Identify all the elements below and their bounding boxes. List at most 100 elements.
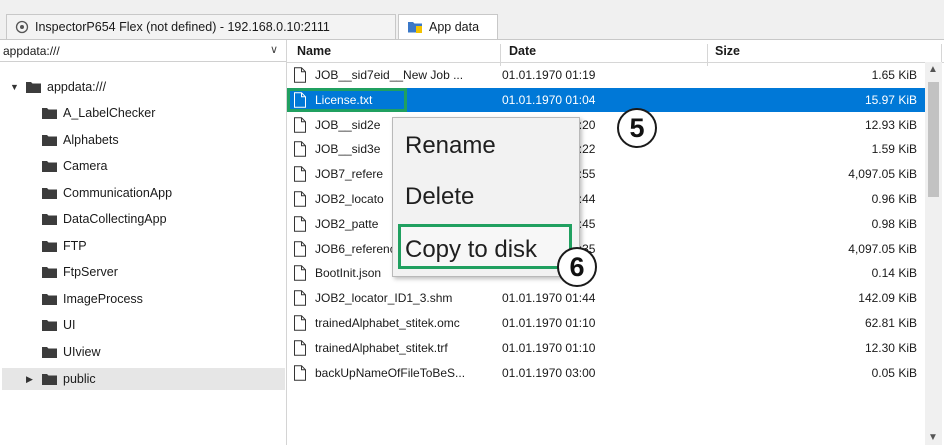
file-size: 0.05 KiB: [871, 365, 917, 380]
tree-item-label: FTP: [63, 239, 87, 253]
tree-item-public[interactable]: ▶ public: [26, 369, 96, 389]
file-size: 12.93 KiB: [864, 117, 917, 132]
folder-icon: [42, 241, 57, 252]
folder-icon: [42, 188, 57, 199]
callout-5: 5: [617, 108, 657, 148]
file-name: trainedAlphabet_stitek.trf: [315, 340, 448, 355]
tree-item-a-labelchecker[interactable]: A_LabelChecker: [42, 103, 155, 123]
file-row[interactable]: backUpNameOfFileToBeS... 01.01.1970 03:00…: [287, 361, 925, 385]
file-size: 0.96 KiB: [871, 192, 917, 206]
tree-item-alphabets[interactable]: Alphabets: [42, 130, 119, 150]
menu-item-delete[interactable]: Delete: [405, 183, 474, 211]
folder-icon: [42, 161, 57, 172]
file-row[interactable]: trainedAlphabet_stitek.trf 01.01.1970 01:…: [287, 336, 925, 360]
tree-item-uiview[interactable]: UIview: [42, 342, 101, 362]
callout-6: 6: [557, 247, 597, 287]
file-icon: [294, 290, 306, 306]
folder-icon: [42, 347, 57, 358]
file-date: 01.01.1970 01:19: [502, 68, 596, 82]
file-row[interactable]: JOB__sid7eid__New Job ... 01.01.1970 01:1…: [287, 63, 925, 87]
file-size: 1.65 KiB: [871, 68, 917, 82]
tree-item-label: Alphabets: [63, 133, 119, 147]
folder-icon: [42, 374, 57, 385]
file-row[interactable]: BootInit.json01.01.1970 01:000.14 KiB: [287, 261, 925, 285]
collapsed-arrow-icon[interactable]: ▶: [26, 374, 38, 385]
file-size: 1.59 KiB: [871, 142, 917, 157]
file-size: 142.09 KiB: [858, 291, 917, 306]
file-icon: [294, 340, 306, 356]
tree-item-label: Camera: [63, 159, 108, 173]
chevron-down-icon[interactable]: ∨: [270, 43, 278, 56]
file-size: 4,097.05 KiB: [848, 241, 917, 256]
tree-item-camera[interactable]: Camera: [42, 156, 107, 176]
column-header-date[interactable]: Date: [509, 44, 536, 58]
file-row[interactable]: JOB2_patte01.01.1970 01:450.98 KiB: [287, 212, 925, 236]
tree-item-datacollectingapp[interactable]: DataCollectingApp: [42, 209, 167, 229]
file-row[interactable]: JOB__sid2e01.01.1970 02:2012.93 KiB: [287, 113, 925, 137]
file-size: 4,097.05 KiB: [848, 167, 917, 182]
tree-item-ftp[interactable]: FTP: [42, 236, 87, 256]
tree-item-imageprocess[interactable]: ImageProcess: [42, 289, 143, 309]
expanded-arrow-icon[interactable]: ▼: [10, 82, 22, 92]
vertical-scrollbar[interactable]: ▲ ▼: [925, 62, 942, 445]
folder-icon: [42, 108, 57, 119]
tree-item-label: appdata:///: [47, 80, 107, 94]
file-icon: [294, 364, 306, 381]
file-icon: [294, 67, 306, 83]
tab-device[interactable]: InspectorP654 Flex (not defined) - 192.1…: [6, 14, 396, 39]
file-name: trainedAlphabet_stitek.omc: [315, 316, 460, 330]
file-row[interactable]: License.txt 01.01.1970 01:04 15.97 KiB: [287, 87, 925, 112]
context-menu: Rename Delete Copy to disk: [392, 117, 580, 277]
file-date: 01.01.1970 01:44: [502, 291, 596, 306]
file-row[interactable]: JOB2_locator_ID1_3.shm 01.01.1970 01:44 14…: [287, 286, 925, 310]
tree-item-ui[interactable]: UI: [42, 315, 76, 335]
folder-icon: [26, 82, 41, 93]
file-icon: [294, 166, 306, 182]
file-row[interactable]: JOB2_locato01.01.1970 01:440.96 KiB: [287, 187, 925, 211]
file-size: 12.30 KiB: [864, 340, 917, 355]
tab-app-data-label: App data: [429, 20, 480, 34]
tree-item-label: FtpServer: [63, 265, 118, 279]
file-icon: [294, 315, 306, 331]
column-header-size[interactable]: Size: [715, 44, 740, 58]
scrollbar-thumb[interactable]: [928, 82, 939, 197]
file-row[interactable]: JOB6_reference_image.bmp01.01.1970 01:35…: [287, 237, 925, 261]
file-row[interactable]: trainedAlphabet_stitek.omc 01.01.1970 01:…: [287, 311, 925, 335]
file-name: JOB__sid7eid__New Job ...: [315, 68, 464, 82]
file-icon: [294, 141, 306, 158]
file-icon: [294, 116, 306, 133]
file-size: 15.97 KiB: [864, 92, 917, 107]
scroll-up-icon[interactable]: ▲: [928, 64, 938, 75]
file-row[interactable]: JOB__sid3e01.01.1970 01:221.59 KiB: [287, 137, 925, 161]
file-size: 0.98 KiB: [871, 216, 917, 231]
location-combo[interactable]: appdata:/// ∨: [0, 40, 286, 62]
file-date: 01.01.1970 01:10: [502, 340, 596, 355]
folder-icon: [42, 320, 57, 331]
folder-tree-pane: appdata:/// ∨ ▼ appdata:/// A_LabelCheck…: [0, 40, 287, 445]
file-date: 01.01.1970 01:04: [502, 92, 596, 107]
file-icon: [294, 92, 306, 108]
app-data-icon: [408, 22, 422, 33]
file-icon: [294, 216, 306, 232]
scroll-down-icon[interactable]: ▼: [928, 432, 938, 443]
tab-app-data[interactable]: App data: [398, 14, 498, 39]
menu-item-rename[interactable]: Rename: [405, 132, 496, 160]
file-date: 01.01.1970 01:10: [502, 316, 596, 330]
file-list-pane: Name Date Size JOB__sid7eid__New Job ...…: [287, 40, 944, 445]
file-icon: [294, 240, 306, 257]
tree-item-root[interactable]: ▼ appdata:///: [10, 77, 106, 97]
tab-bar: InspectorP654 Flex (not defined) - 192.1…: [0, 0, 944, 40]
menu-item-copy-to-disk[interactable]: Copy to disk: [405, 236, 537, 264]
tree-item-label: DataCollectingApp: [63, 212, 167, 226]
location-combo-value: appdata:///: [3, 43, 60, 58]
file-date: 01.01.1970 03:00: [502, 365, 596, 380]
tree-item-communicationapp[interactable]: CommunicationApp: [42, 183, 172, 203]
file-row[interactable]: JOB7_refere01.01.1970 01:554,097.05 KiB: [287, 162, 925, 186]
file-name: License.txt: [315, 92, 373, 107]
tree-item-label: ImageProcess: [63, 292, 143, 306]
column-header-name[interactable]: Name: [297, 44, 331, 58]
tree-item-ftpserver[interactable]: FtpServer: [42, 262, 118, 282]
folder-icon: [42, 135, 57, 146]
folder-icon: [42, 294, 57, 305]
tree-item-label: CommunicationApp: [63, 186, 173, 200]
